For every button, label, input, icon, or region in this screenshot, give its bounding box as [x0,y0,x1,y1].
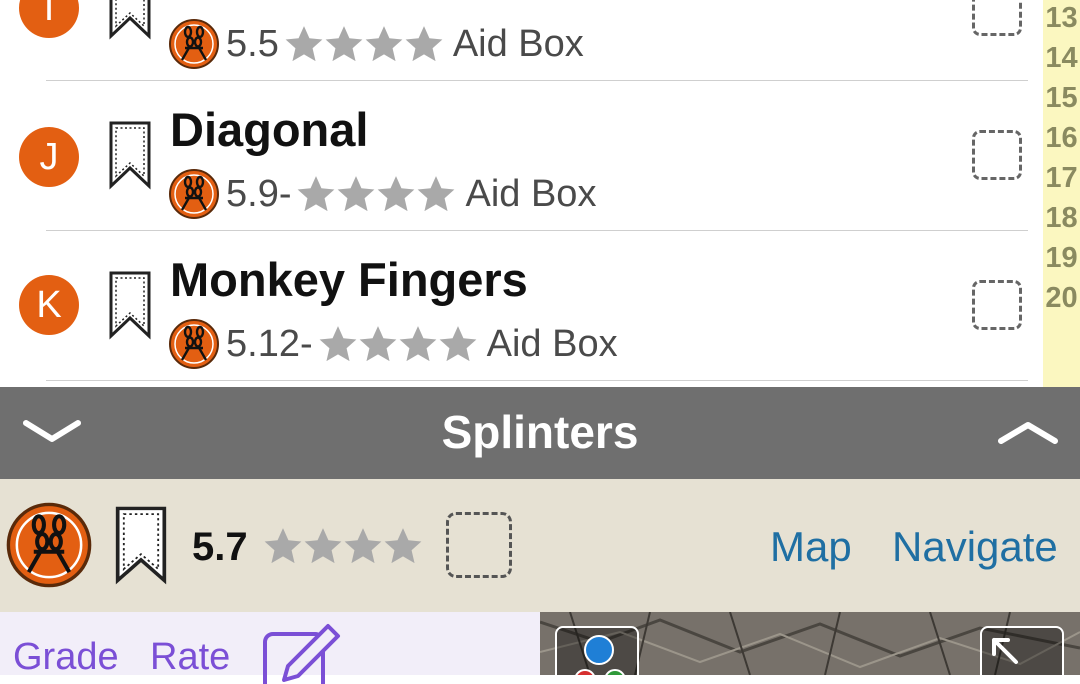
map-link[interactable]: Map [770,523,852,571]
tick-checkbox[interactable] [972,0,1022,36]
index-number[interactable]: 17 [1043,162,1080,195]
route-name: Diagonal [170,103,369,156]
index-number[interactable]: 14 [1043,42,1080,75]
route-photo[interactable] [540,612,1080,675]
index-number[interactable]: 13 [1043,2,1080,35]
fullscreen-button[interactable] [980,626,1064,675]
star-icon [375,173,417,215]
index-number[interactable]: 20 [1043,282,1080,315]
rate-button[interactable]: Rate [150,636,230,679]
star-icon [317,323,359,365]
detail-star-rating[interactable] [262,525,422,567]
star-rating [283,23,443,65]
route-letter-badge: K [19,275,79,335]
route-actions: Grade Rate [0,612,540,684]
star-icon [397,323,439,365]
bookmark-icon[interactable] [108,0,152,40]
star-icon [415,173,457,215]
route-grade: 5.9- [226,172,292,215]
star-icon [437,323,479,365]
route-row-k[interactable]: K Monkey Fingers 5.12- Aid Box [0,230,1043,380]
navigate-link[interactable]: Navigate [892,523,1058,571]
climbing-badge-icon [5,501,93,589]
detail-tick-checkbox[interactable] [446,512,512,578]
star-icon [302,525,344,567]
index-number[interactable]: 19 [1043,242,1080,275]
pencil-icon[interactable] [262,614,344,684]
detail-grade: 5.7 [192,525,248,569]
star-icon [357,323,399,365]
climbing-badge-icon [168,318,220,370]
route-grade: 5.12- [226,322,313,365]
bookmark-icon[interactable] [114,505,168,585]
expand-arrows-icon [992,638,1018,664]
route-letter: I [43,0,55,29]
route-letter: K [36,283,62,326]
map-pin-icon [575,635,625,675]
route-row-j[interactable]: J Diagonal 5.9- Aid Box [0,80,1043,230]
star-rating [317,323,477,365]
index-number[interactable]: 15 [1043,82,1080,115]
star-icon [295,173,337,215]
bookmark-icon[interactable] [108,120,152,190]
star-icon [363,23,405,65]
climbing-badge-icon [168,168,220,220]
star-icon [323,23,365,65]
map-layers-button[interactable] [555,626,639,675]
route-title-bar: Splinters [0,387,1080,479]
route-grade: 5.5 [226,22,279,65]
index-number[interactable]: 16 [1043,122,1080,155]
route-type: Aid Box [452,22,584,65]
route-name: Monkey Fingers [170,253,528,306]
route-letter: J [39,135,59,178]
star-icon [342,525,384,567]
route-letter-badge: I [19,0,79,38]
route-letter-badge: J [19,127,79,187]
index-number[interactable]: 18 [1043,202,1080,235]
route-type: Aid Box [465,172,597,215]
route-detail-bar: 5.7 Map Navigate [0,479,1080,612]
route-type: Aid Box [486,322,618,365]
star-icon [403,23,445,65]
grade-button[interactable]: Grade [13,636,119,679]
route-title: Splinters [441,406,639,458]
tick-checkbox[interactable] [972,130,1022,180]
star-icon [335,173,377,215]
section-index[interactable]: 13 14 15 16 17 18 19 20 [1043,0,1080,387]
climbing-badge-icon [168,18,220,70]
star-icon [283,23,325,65]
route-row-i[interactable]: I 5.5 Aid Box [0,0,1043,80]
bookmark-icon[interactable] [108,270,152,340]
star-rating [295,173,455,215]
star-icon [382,525,424,567]
tick-checkbox[interactable] [972,280,1022,330]
star-icon [262,525,304,567]
chevron-up-icon[interactable] [997,417,1059,447]
row-divider [46,380,1028,381]
